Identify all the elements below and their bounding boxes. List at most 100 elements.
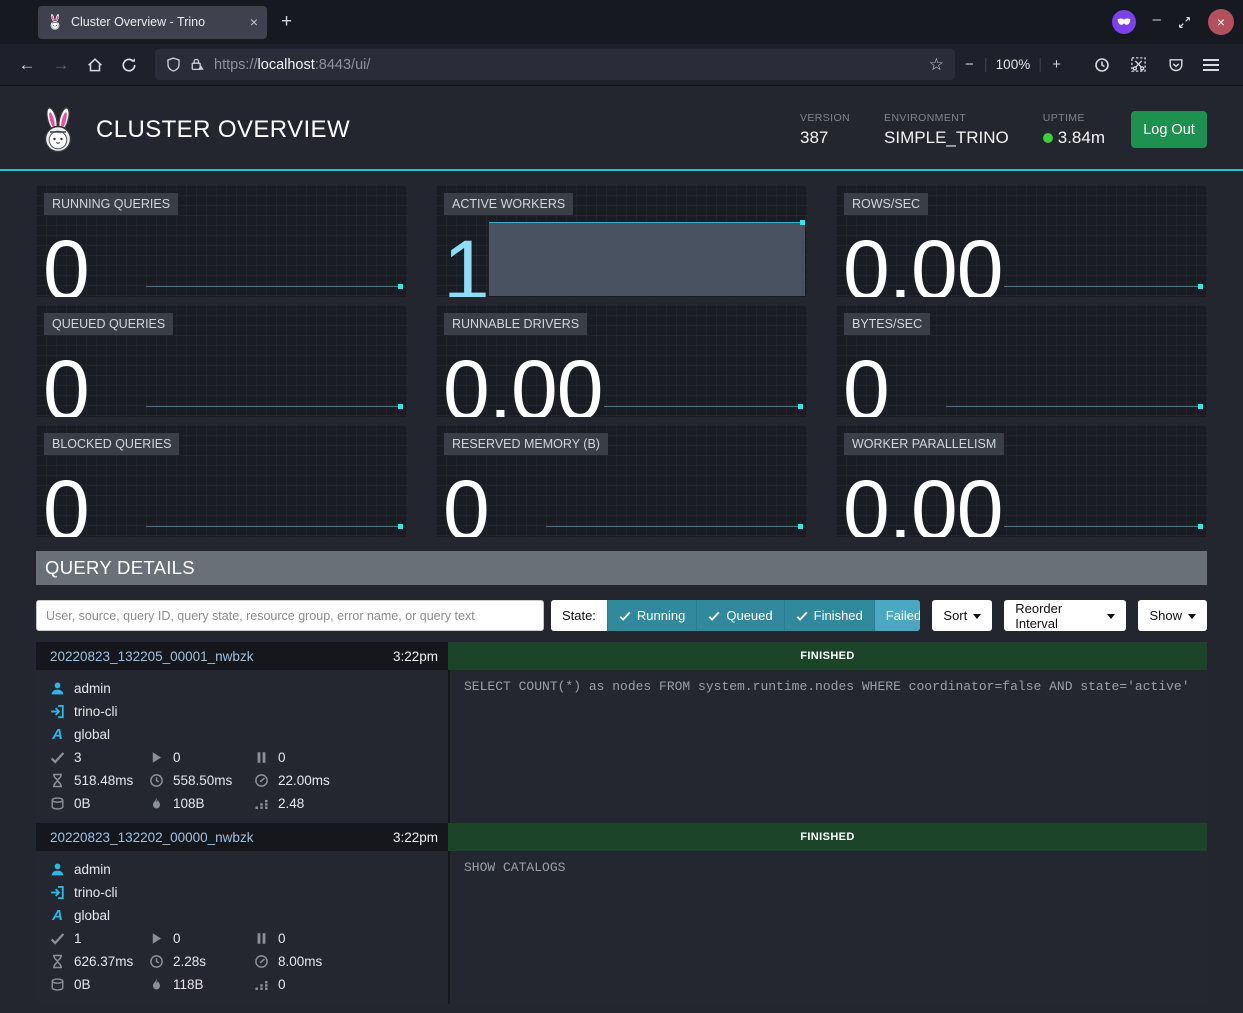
stat-value: 0: [43, 228, 89, 297]
peak-memory-icon: [149, 796, 164, 811]
query-time: 3:22pm: [393, 830, 448, 845]
private-browsing-icon: [1112, 10, 1136, 34]
stat-value: 0.00: [443, 348, 603, 417]
wall-time-icon: [50, 954, 65, 969]
uptime-value: 3.84m: [1058, 128, 1105, 148]
completed-splits-icon: [50, 931, 65, 946]
filter-label: Finished: [814, 608, 863, 623]
home-button[interactable]: [78, 57, 112, 73]
stat-value: 0: [443, 468, 489, 537]
stat-card-rows-sec: ROWS/SEC 0.00: [836, 185, 1207, 297]
show-dropdown[interactable]: Show: [1138, 600, 1207, 631]
environment-label: ENVIRONMENT: [884, 112, 1009, 124]
stat-card-blocked-queries: BLOCKED QUERIES 0: [36, 425, 407, 537]
zoom-level[interactable]: 100%: [988, 57, 1039, 72]
minimize-button[interactable]: –: [1153, 11, 1161, 28]
query-card: 20220823_132205_00001_nwbzk 3:22pm admin…: [36, 642, 1207, 823]
wall-time-icon: [50, 773, 65, 788]
source-icon: [50, 885, 65, 900]
stat-card-bytes-sec: BYTES/SEC 0: [836, 305, 1207, 417]
reorder-interval-dropdown[interactable]: Reorder Interval: [1004, 600, 1126, 631]
sparkline: [146, 526, 402, 527]
query-user: admin: [74, 862, 111, 877]
screenshot-icon[interactable]: [1122, 56, 1156, 73]
environment-value: SIMPLE_TRINO: [884, 128, 1009, 148]
queued-splits-icon: [254, 750, 269, 765]
query-info: admin trino-cli Aglobal 1 0 0 626.37ms 2…: [36, 851, 448, 1004]
version-info: VERSION 387: [800, 112, 850, 148]
forward-button[interactable]: →: [44, 55, 78, 75]
resource-group-icon: A: [50, 726, 65, 743]
query-time: 3:22pm: [393, 649, 448, 664]
stat-cards: RUNNING QUERIES 0 ACTIVE WORKERS 1 ROWS/…: [36, 185, 1207, 537]
sparkline: [1004, 286, 1202, 287]
wall-time: 518.48ms: [74, 773, 133, 788]
query-card: 20220823_132202_00000_nwbzk 3:22pm admin…: [36, 823, 1207, 1004]
current-memory: 0B: [74, 977, 91, 992]
stat-label: ACTIVE WORKERS: [444, 193, 573, 215]
environment-info: ENVIRONMENT SIMPLE_TRINO: [884, 112, 1009, 148]
filter-failed-dropdown[interactable]: Failed: [874, 600, 921, 631]
sparkline-area: [489, 222, 805, 296]
query-source: trino-cli: [74, 704, 118, 719]
stat-label: RUNNING QUERIES: [44, 193, 178, 215]
query-toolbar: State: Running Queued Finished Failed So…: [36, 600, 1207, 631]
filter-queued-button[interactable]: Queued: [696, 600, 783, 631]
stat-card-queued-queries: QUEUED QUERIES 0: [36, 305, 407, 417]
sparkline: [604, 406, 802, 407]
stat-label: WORKER PARALLELISM: [844, 433, 1004, 455]
pocket-icon[interactable]: [1159, 57, 1193, 73]
history-clock-icon[interactable]: [1085, 57, 1119, 73]
browser-tab[interactable]: Cluster Overview - Trino ×: [38, 6, 267, 39]
filter-label: Failed: [886, 608, 921, 623]
url-text: https://localhost:8443/ui/: [214, 57, 370, 73]
peak-memory-icon: [149, 977, 164, 992]
reload-button[interactable]: [112, 57, 146, 73]
query-header: 20220823_132205_00001_nwbzk 3:22pm: [36, 642, 448, 670]
zoom-in-button[interactable]: +: [1042, 56, 1071, 73]
close-window-button[interactable]: ×: [1208, 9, 1234, 35]
bookmark-star-icon[interactable]: ☆: [929, 55, 944, 75]
peak-memory: 108B: [173, 796, 205, 811]
zoom-out-button[interactable]: −: [955, 56, 984, 73]
query-search-input[interactable]: [36, 600, 544, 631]
status-dot: [1043, 133, 1053, 143]
current-memory-icon: [50, 977, 65, 992]
elapsed-time-icon: [149, 954, 164, 969]
menu-button[interactable]: [1203, 56, 1219, 74]
elapsed-time: 558.50ms: [173, 773, 232, 788]
query-id-link[interactable]: 20220823_132205_00001_nwbzk: [36, 649, 253, 664]
resource-group-icon: A: [50, 907, 65, 924]
sparkline: [146, 286, 402, 287]
source-icon: [50, 704, 65, 719]
running-splits: 0: [173, 931, 181, 946]
queued-splits: 0: [278, 931, 286, 946]
filter-running-button[interactable]: Running: [607, 600, 696, 631]
cumulative-memory-icon: [254, 796, 269, 811]
queued-splits-icon: [254, 931, 269, 946]
new-tab-button[interactable]: +: [281, 11, 292, 33]
restore-window-button[interactable]: [1178, 16, 1191, 29]
version-label: VERSION: [800, 112, 850, 124]
filter-finished-button[interactable]: Finished: [784, 600, 874, 631]
tab-close-icon[interactable]: ×: [250, 15, 258, 29]
query-details-header: QUERY DETAILS: [36, 551, 1207, 585]
elapsed-time-icon: [149, 773, 164, 788]
back-button[interactable]: ←: [10, 55, 44, 75]
check-icon: [708, 610, 720, 622]
logout-button[interactable]: Log Out: [1131, 111, 1207, 148]
url-bar[interactable]: https://localhost:8443/ui/ ☆: [155, 49, 955, 80]
tracking-shield-icon[interactable]: [166, 57, 181, 72]
cumulative-memory-icon: [254, 977, 269, 992]
trino-favicon: [47, 13, 63, 31]
lock-warning-icon[interactable]: [190, 57, 205, 72]
cpu-time-icon: [254, 954, 269, 969]
query-id-link[interactable]: 20220823_132202_00000_nwbzk: [36, 830, 253, 845]
query-state-badge: FINISHED: [448, 642, 1207, 670]
wall-time: 626.37ms: [74, 954, 133, 969]
current-memory-icon: [50, 796, 65, 811]
trino-logo: [36, 106, 80, 154]
window-titlebar: Cluster Overview - Trino × + – ×: [0, 0, 1243, 44]
sort-dropdown[interactable]: Sort: [932, 600, 992, 631]
elapsed-time: 2.28s: [173, 954, 206, 969]
